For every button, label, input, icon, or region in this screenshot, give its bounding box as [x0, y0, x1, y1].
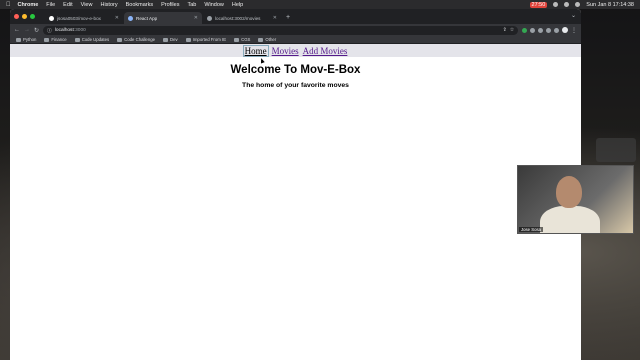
folder-icon — [74, 37, 80, 42]
wifi-icon[interactable] — [553, 2, 559, 7]
bookmark-code-challenge[interactable]: Code Challenge — [117, 37, 155, 42]
menu-profiles[interactable]: Profiles — [161, 2, 179, 8]
globe-favicon-icon — [207, 15, 212, 21]
bookmark-python[interactable]: Python — [16, 37, 36, 42]
close-window-icon[interactable] — [14, 14, 19, 19]
extension-icon[interactable] — [522, 27, 527, 33]
bookmark-label: Python — [23, 37, 37, 42]
share-icon[interactable]: ⇪ — [503, 28, 507, 33]
site-info-icon[interactable]: ⓘ — [47, 27, 52, 34]
bookmark-code-updates[interactable]: Code Updates — [74, 37, 110, 42]
bookmark-label: Code Challenge — [124, 37, 155, 42]
bookmark-star-icon[interactable]: ☆ — [510, 28, 514, 33]
folder-icon — [258, 37, 264, 42]
nav-link-movies[interactable]: Movies — [272, 46, 299, 56]
puzzle-extensions-icon[interactable] — [546, 27, 551, 33]
browser-toolbar: ← → ↻ ⓘ localhost:3000 ⇪ ☆ ⋮ — [10, 24, 581, 36]
page-title: Welcome To Mov-E-Box — [230, 64, 361, 76]
kebab-menu-icon[interactable]: ⋮ — [571, 27, 577, 34]
recording-timer[interactable]: 27:50 — [529, 1, 548, 8]
bookmark-label: Dev — [170, 37, 178, 42]
back-icon[interactable]: ← — [14, 27, 20, 33]
presenter-head — [556, 176, 582, 208]
webcam-overlay: Jose Sosa — [517, 165, 634, 234]
webcam-name-label: Jose Sosa — [519, 227, 544, 232]
tab-strip: jsosa0503/mov-e-box ✕ React App ✕ localh… — [10, 9, 581, 24]
bookmark-cgs[interactable]: CGS — [234, 37, 250, 42]
extension-icon[interactable] — [538, 27, 543, 33]
page-subtitle: The home of your favorite moves — [242, 82, 349, 89]
bookmark-label: Code Updates — [81, 37, 110, 42]
folder-icon — [44, 37, 50, 42]
menu-app-name[interactable]: Chrome — [18, 2, 39, 8]
menu-edit[interactable]: Edit — [63, 2, 72, 8]
tab-search-icon[interactable]: ⌄ — [571, 12, 576, 19]
extensions-area: ⋮ — [522, 27, 577, 34]
mouse-cursor-icon — [259, 57, 265, 64]
nav-link-home[interactable]: Home — [242, 44, 269, 57]
tab-label: jsosa0503/mov-e-box — [57, 15, 101, 21]
bookmark-dev[interactable]: Dev — [163, 37, 178, 42]
folder-icon — [234, 37, 240, 42]
folder-icon — [16, 37, 21, 42]
profile-avatar[interactable] — [562, 27, 568, 33]
bookmark-label: Imported From IE — [192, 37, 227, 42]
react-favicon-icon — [128, 15, 133, 21]
macos-menubar:  Chrome File Edit View History Bookmark… — [0, 0, 640, 9]
github-favicon-icon — [49, 15, 54, 21]
forward-icon[interactable]: → — [24, 27, 30, 33]
minimize-window-icon[interactable] — [22, 14, 27, 19]
menu-file[interactable]: File — [46, 2, 55, 8]
menu-help[interactable]: Help — [232, 2, 243, 8]
menu-history[interactable]: History — [100, 2, 117, 8]
bookmarks-bar: Python Finance Code Updates Code Challen… — [10, 36, 581, 44]
tab-label: React App — [136, 15, 158, 21]
bookmark-imported-from-ie[interactable]: Imported From IE — [185, 37, 227, 42]
nav-link-add-movies[interactable]: Add Movies — [303, 46, 348, 56]
bookmark-label: CGS — [241, 37, 251, 42]
url-host: localhost — [54, 27, 74, 33]
page-content: Home Movies Add Movies Welcome To Mov-E-… — [10, 44, 581, 360]
tab-label: localhost:3002/movies — [215, 15, 261, 21]
reload-icon[interactable]: ↻ — [34, 27, 39, 34]
desktop-widget — [596, 138, 636, 162]
new-tab-button[interactable]: + — [282, 12, 294, 24]
battery-icon[interactable] — [564, 2, 570, 7]
bookmark-label: Finance — [51, 37, 67, 42]
tab-localhost-movies[interactable]: localhost:3002/movies ✕ — [203, 12, 281, 24]
folder-icon — [185, 37, 191, 42]
app-navbar: Home Movies Add Movies — [10, 44, 581, 57]
tab-github[interactable]: jsosa0503/mov-e-box ✕ — [45, 12, 123, 24]
window-controls — [14, 9, 35, 24]
close-tab-icon[interactable]: ✕ — [115, 15, 119, 21]
bookmark-other[interactable]: Other — [258, 37, 276, 42]
tab-react-app[interactable]: React App ✕ — [124, 12, 202, 24]
folder-icon — [163, 37, 168, 42]
presenter-body — [540, 206, 600, 233]
close-tab-icon[interactable]: ✕ — [194, 15, 198, 21]
extension-icon[interactable] — [530, 27, 535, 33]
menu-window[interactable]: Window — [204, 2, 224, 8]
url-port: :3000 — [73, 27, 86, 33]
apple-icon[interactable]:  — [6, 2, 11, 8]
fullscreen-window-icon[interactable] — [30, 14, 35, 19]
menu-view[interactable]: View — [81, 2, 93, 8]
side-panel-icon[interactable] — [554, 27, 559, 33]
bookmark-finance[interactable]: Finance — [44, 37, 67, 42]
folder-icon — [117, 37, 123, 42]
menubar-clock[interactable]: Sun Jan 8 17:14:38 — [586, 2, 634, 8]
address-bar[interactable]: ⓘ localhost:3000 ⇪ ☆ — [43, 25, 518, 35]
close-tab-icon[interactable]: ✕ — [273, 15, 277, 21]
browser-window: jsosa0503/mov-e-box ✕ React App ✕ localh… — [10, 9, 581, 360]
menu-tab[interactable]: Tab — [187, 2, 196, 8]
menu-bookmarks[interactable]: Bookmarks — [126, 2, 154, 8]
control-center-icon[interactable] — [575, 2, 581, 7]
bookmark-label: Other — [265, 37, 277, 42]
menubar-status-area: 27:50 Sun Jan 8 17:14:38 — [529, 1, 634, 8]
